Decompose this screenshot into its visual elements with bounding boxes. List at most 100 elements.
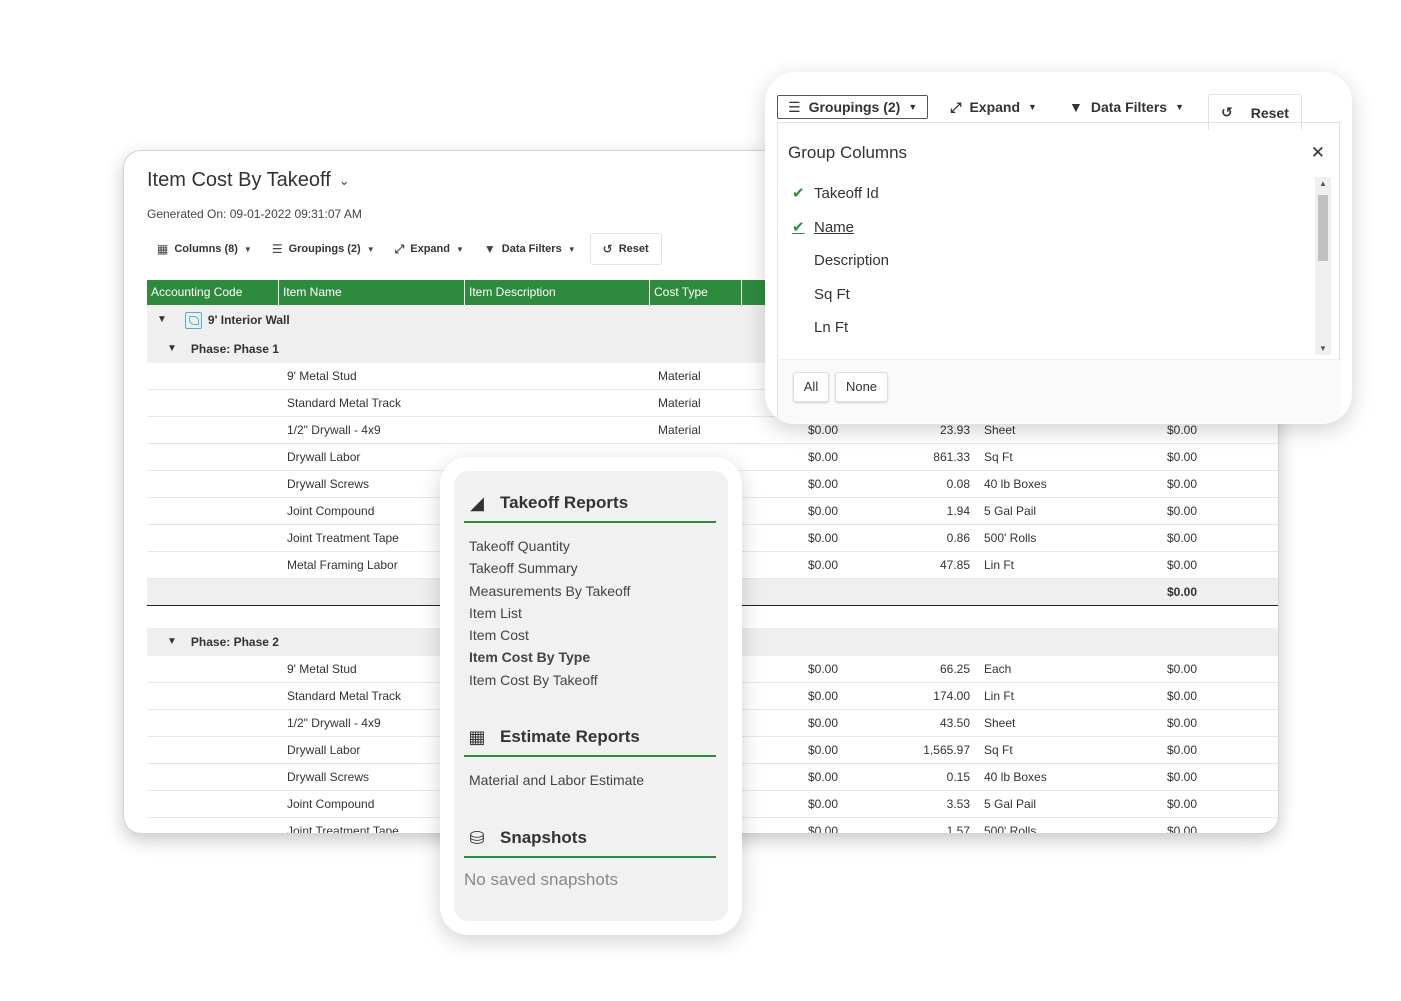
popup-toolbar: ☰ Groupings (2) ▼ ⤢ Expand ▼ ▼ Data Filt… bbox=[777, 94, 1302, 130]
total-cell: $0.00 bbox=[1167, 689, 1198, 703]
group-columns-panel: Group Columns ✕ ✔ Takeoff Id ✔ Name Descript… bbox=[777, 122, 1341, 423]
unit-cell: Sq Ft bbox=[984, 743, 1013, 757]
panel-title: Group Columns bbox=[788, 143, 908, 162]
takeoff-reports-section: ◢ Takeoff Reports Takeoff Quantity Takeof… bbox=[464, 485, 716, 691]
caret-down-icon: ▼ bbox=[1028, 102, 1037, 112]
select-none-button[interactable]: None bbox=[835, 372, 888, 402]
collapse-triangle-icon[interactable]: ▼ bbox=[157, 305, 167, 335]
group-column-label: Description bbox=[814, 252, 890, 269]
groupings-label: Groupings (2) bbox=[808, 99, 901, 115]
data-filters-label: Data Filters bbox=[501, 243, 562, 255]
quantity-cell: 66.25 bbox=[939, 662, 970, 676]
caret-down-icon: ▼ bbox=[366, 244, 375, 254]
quantity-cell: 3.53 bbox=[946, 797, 970, 811]
report-menu-item[interactable]: Item Cost bbox=[469, 624, 716, 646]
unit-cost-cell: $0.00 bbox=[808, 770, 839, 784]
data-filters-button[interactable]: ▼ Data Filters ▼ bbox=[1059, 94, 1194, 120]
total-cell: $0.00 bbox=[1167, 504, 1198, 518]
group-column-option[interactable]: Cu Yd bbox=[788, 345, 1331, 356]
cost-type-cell: Material bbox=[658, 396, 701, 410]
section-title: Snapshots bbox=[500, 828, 587, 847]
total-cell: $0.00 bbox=[1167, 824, 1198, 834]
group-column-option[interactable]: Sq Ft bbox=[788, 278, 1331, 312]
checkmark-icon: ✔ bbox=[792, 185, 805, 202]
close-icon[interactable]: ✕ bbox=[1311, 143, 1325, 163]
report-menu-item[interactable]: Takeoff Summary bbox=[469, 557, 716, 579]
quantity-cell: 47.85 bbox=[939, 558, 970, 572]
expand-label: Expand bbox=[969, 99, 1021, 115]
select-all-button[interactable]: All bbox=[793, 372, 829, 402]
takeoff-shape-icon bbox=[184, 311, 202, 329]
unit-cost-cell: $0.00 bbox=[808, 450, 839, 464]
column-header-accounting-code[interactable]: Accounting Code bbox=[147, 280, 279, 305]
column-header-item-description[interactable]: Item Description bbox=[465, 280, 650, 305]
expand-button[interactable]: ⤢ Expand ▼ bbox=[940, 94, 1047, 120]
expand-button[interactable]: ⤢ Expand ▼ bbox=[385, 233, 474, 265]
column-header-item-name[interactable]: Item Name bbox=[279, 280, 465, 305]
item-name-cell: Joint Treatment Tape bbox=[287, 824, 399, 834]
generated-value: 09-01-2022 09:31:07 AM bbox=[229, 207, 362, 221]
scrollbar-thumb[interactable] bbox=[1318, 195, 1328, 261]
chevron-down-icon[interactable]: ⌄ bbox=[339, 173, 350, 189]
scroll-down-arrow-icon[interactable]: ▼ bbox=[1315, 344, 1331, 353]
quantity-cell: 43.50 bbox=[939, 716, 970, 730]
group-column-option[interactable]: Ln Ft bbox=[788, 311, 1331, 345]
reports-menu-panel: ◢ Takeoff Reports Takeoff Quantity Takeof… bbox=[454, 471, 728, 921]
unit-cost-cell: $0.00 bbox=[808, 558, 839, 572]
group-columns-popup: ☰ Groupings (2) ▼ ⤢ Expand ▼ ▼ Data Filt… bbox=[765, 72, 1352, 424]
report-toolbar: ▦ Columns (8) ▼ ☰ Groupings (2) ▼ ⤢ Expa… bbox=[147, 233, 662, 265]
scroll-up-arrow-icon[interactable]: ▲ bbox=[1315, 179, 1331, 188]
total-cell: $0.00 bbox=[1167, 662, 1198, 676]
collapse-triangle-icon[interactable]: ▼ bbox=[167, 628, 177, 656]
phase-title: Phase: Phase 2 bbox=[190, 635, 279, 649]
unit-cost-cell: $0.00 bbox=[808, 504, 839, 518]
group-column-option[interactable]: Description bbox=[788, 244, 1331, 278]
expand-label: Expand bbox=[410, 243, 450, 255]
unit-cell: 40 lb Boxes bbox=[984, 770, 1047, 784]
report-menu-item[interactable]: Item Cost By Takeoff bbox=[469, 669, 716, 691]
report-menu-item[interactable]: Material and Labor Estimate bbox=[469, 769, 716, 791]
caret-down-icon: ▼ bbox=[567, 244, 576, 254]
report-menu-item[interactable]: Item Cost By Type bbox=[469, 646, 716, 668]
quantity-cell: 0.08 bbox=[946, 477, 970, 491]
report-menu-item[interactable]: Item List bbox=[469, 602, 716, 624]
caret-down-icon: ▼ bbox=[908, 102, 918, 112]
cost-type-cell: Material bbox=[658, 423, 701, 437]
groupings-button[interactable]: ☰ Groupings (2) ▼ bbox=[777, 95, 929, 119]
scrollbar[interactable]: ▲ ▼ bbox=[1315, 177, 1331, 355]
item-name-cell: Drywall Screws bbox=[287, 770, 370, 784]
item-name-cell: 1/2" Drywall - 4x9 bbox=[287, 423, 381, 437]
groupings-button[interactable]: ☰ Groupings (2) ▼ bbox=[262, 233, 385, 265]
unit-cell: Sheet bbox=[984, 716, 1016, 730]
group-column-option[interactable]: ✔ Takeoff Id bbox=[788, 177, 1331, 211]
layers-icon: ☰ bbox=[271, 242, 283, 256]
quantity-cell: 0.86 bbox=[946, 531, 970, 545]
item-name-cell: Joint Compound bbox=[287, 504, 375, 518]
quantity-cell: 0.15 bbox=[946, 770, 970, 784]
column-header-cost-type[interactable]: Cost Type bbox=[650, 280, 742, 305]
no-snapshots-text: No saved snapshots bbox=[464, 870, 619, 889]
group-column-option[interactable]: ✔ Name bbox=[788, 211, 1331, 245]
unit-cell: Each bbox=[984, 662, 1012, 676]
report-title[interactable]: Item Cost By Takeoff ⌄ bbox=[147, 169, 350, 192]
collapse-triangle-icon[interactable]: ▼ bbox=[167, 335, 177, 363]
total-cell: $0.00 bbox=[1167, 716, 1198, 730]
section-title: Takeoff Reports bbox=[500, 493, 629, 512]
table-icon: ▦ bbox=[157, 242, 169, 256]
data-filters-button[interactable]: ▼ Data Filters ▼ bbox=[474, 233, 586, 265]
reset-button[interactable]: ↺ Reset bbox=[589, 233, 662, 265]
quantity-cell: 174.00 bbox=[933, 689, 970, 703]
unit-cost-cell: $0.00 bbox=[808, 689, 839, 703]
columns-button[interactable]: ▦ Columns (8) ▼ bbox=[147, 233, 262, 265]
generated-on: Generated On: 09-01-2022 09:31:07 AM bbox=[147, 207, 362, 221]
total-cell: $0.00 bbox=[1167, 743, 1198, 757]
total-cell: $0.00 bbox=[1167, 450, 1198, 464]
group-column-label: Takeoff Id bbox=[814, 185, 879, 202]
report-menu-item[interactable]: Takeoff Quantity bbox=[469, 535, 716, 557]
report-menu-item[interactable]: Measurements By Takeoff bbox=[469, 580, 716, 602]
undo-icon: ↺ bbox=[602, 242, 613, 256]
data-filters-label: Data Filters bbox=[1090, 99, 1168, 115]
section-header: ▦ Estimate Reports bbox=[464, 719, 716, 757]
total-cell: $0.00 bbox=[1167, 558, 1198, 572]
section-header: ⛁ Snapshots bbox=[464, 820, 716, 858]
